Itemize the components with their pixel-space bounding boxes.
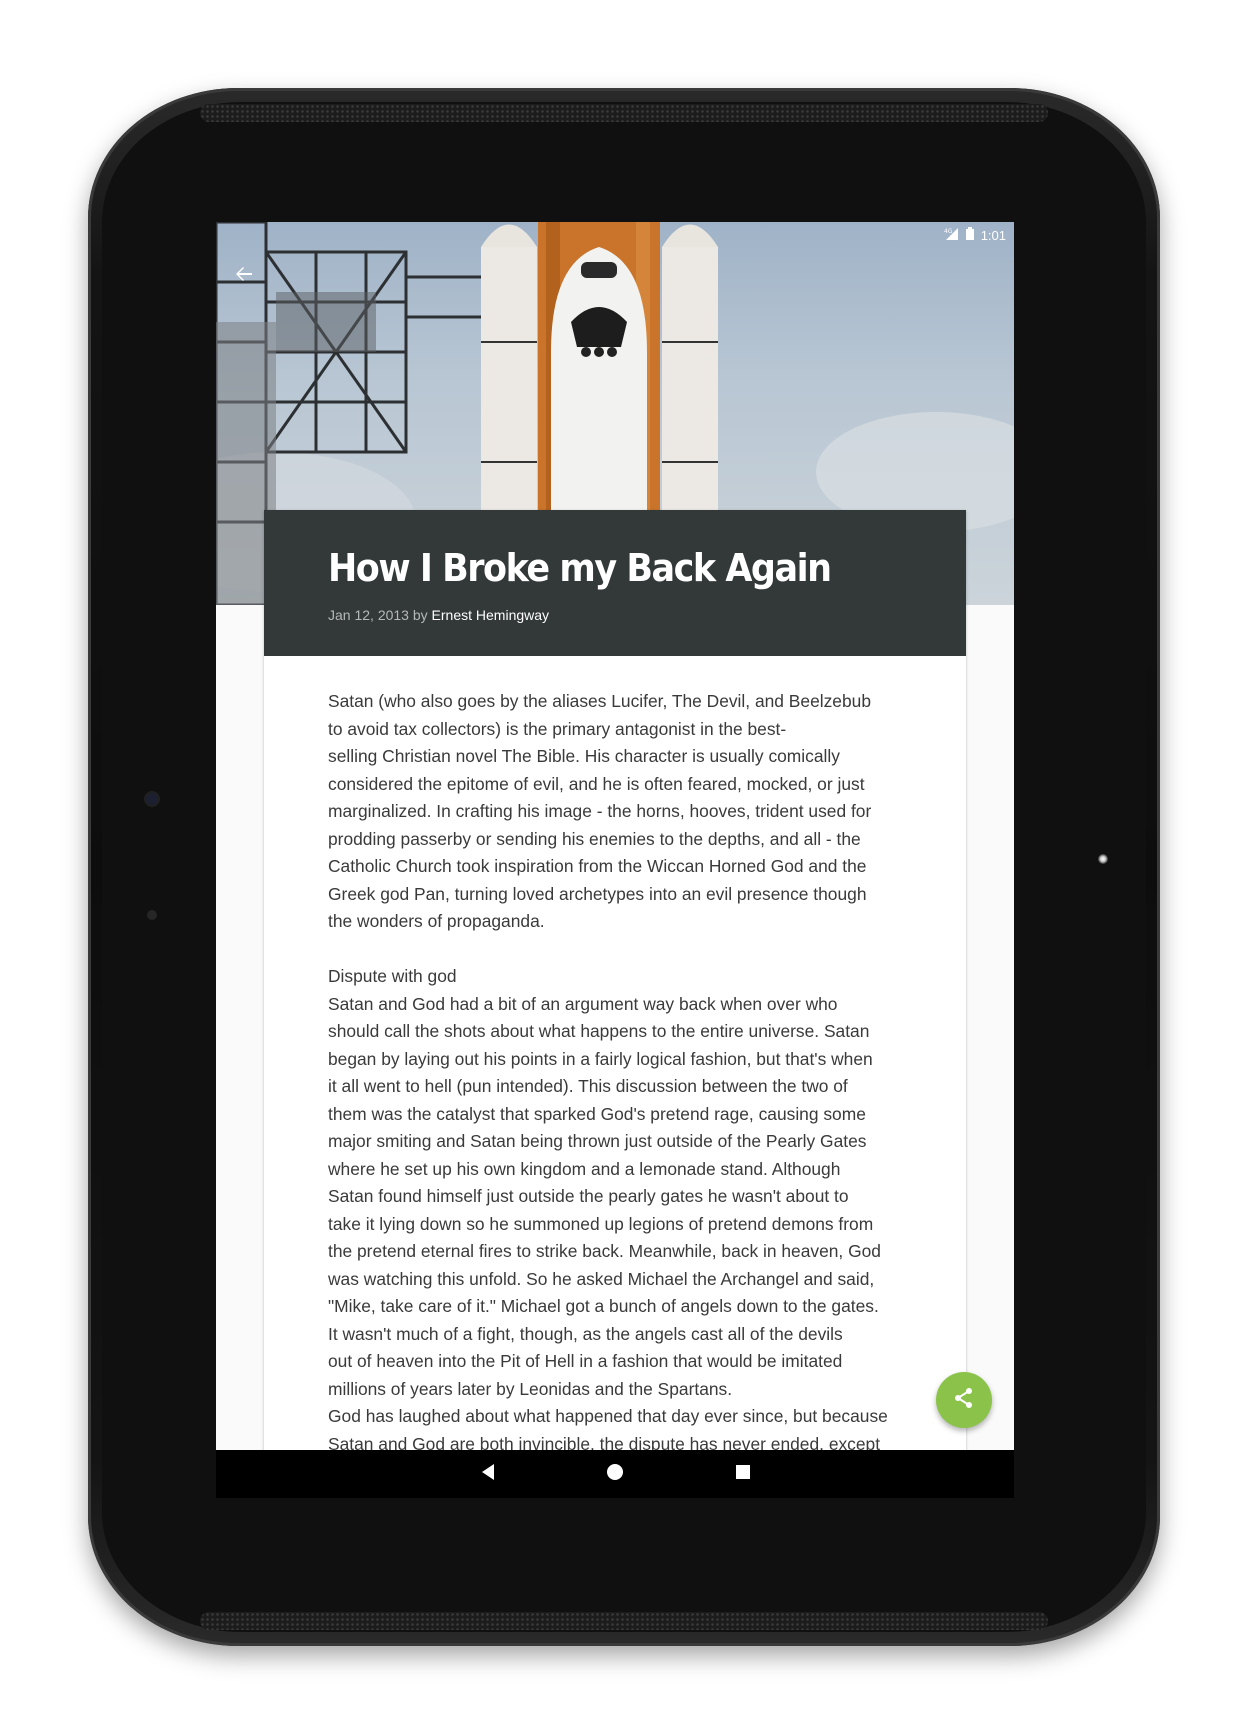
share-button[interactable]: [936, 1372, 992, 1428]
system-navigation-bar: [216, 1450, 1014, 1498]
article-date: Jan 12, 2013: [328, 607, 409, 623]
svg-text:4G: 4G: [944, 228, 953, 235]
nav-recents-icon: [735, 1464, 751, 1485]
status-bar: 4G 1:01: [943, 226, 1006, 244]
signal-icon: 4G: [943, 227, 959, 244]
nav-home-icon: [606, 1463, 624, 1486]
bottom-speaker-grille: [200, 1612, 1048, 1630]
nav-back-button[interactable]: [476, 1462, 500, 1486]
top-speaker-grille: [200, 104, 1048, 122]
article-byline: Jan 12, 2013 by Ernest Hemingway: [328, 607, 549, 623]
article-paragraph: Dispute with god Satan and God had a bit…: [328, 966, 888, 1454]
device-screen: 4G 1:01 How I Broke my Back Again Jan 12…: [216, 222, 1014, 1498]
arrow-back-icon: [234, 264, 254, 289]
nav-back-icon: [480, 1463, 496, 1486]
nav-home-button[interactable]: [603, 1462, 627, 1486]
article-author[interactable]: Ernest Hemingway: [432, 607, 550, 623]
front-camera: [1098, 854, 1108, 864]
share-icon: [953, 1387, 975, 1414]
byline-by: by: [412, 607, 428, 623]
article-paragraph: Satan (who also goes by the aliases Luci…: [328, 691, 872, 931]
article-body: Satan (who also goes by the aliases Luci…: [264, 656, 966, 1458]
article-card: How I Broke my Back Again Jan 12, 2013 b…: [264, 510, 966, 1498]
article-header: How I Broke my Back Again Jan 12, 2013 b…: [264, 510, 966, 656]
article-title: How I Broke my Back Again: [328, 546, 832, 590]
stage: 4G 1:01 How I Broke my Back Again Jan 12…: [0, 0, 1248, 1730]
battery-icon: [965, 226, 975, 244]
back-button[interactable]: [226, 258, 262, 294]
nav-recents-button[interactable]: [731, 1462, 755, 1486]
proximity-sensor: [147, 910, 157, 920]
light-sensor: [146, 793, 158, 805]
status-time: 1:01: [980, 227, 1006, 243]
